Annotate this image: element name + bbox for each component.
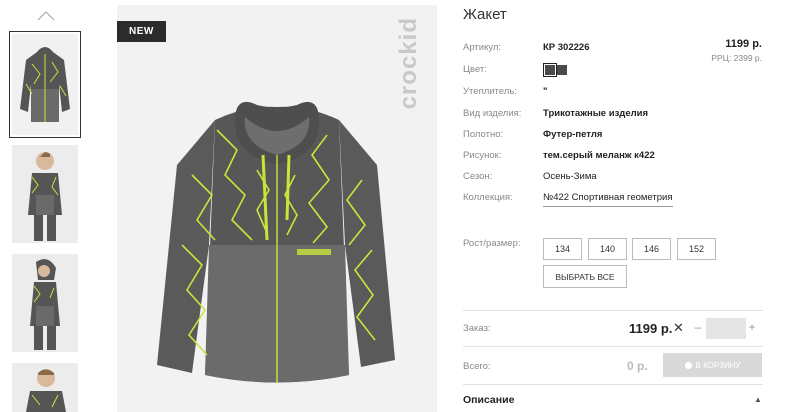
divider-description (463, 384, 763, 385)
fabric-value: Футер-петля (543, 129, 603, 140)
color-label: Цвет: (463, 64, 487, 75)
size-button-140[interactable]: 140 (588, 238, 627, 260)
season-value: Осень-Зима (543, 171, 597, 182)
collection-value[interactable]: №422 Спортивная геометрия (543, 192, 673, 207)
collection-label: Коллекция: (463, 192, 513, 203)
season-label: Сезон: (463, 171, 493, 182)
order-label: Заказ: (463, 323, 491, 334)
add-to-cart-button[interactable]: В КОРЗИНУ (663, 353, 762, 377)
insulation-label: Утеплитель: (463, 86, 517, 97)
quantity-decrease-button[interactable]: – (693, 320, 703, 334)
size-button-152[interactable]: 152 (677, 238, 716, 260)
thumbnail-jacket-front[interactable] (9, 31, 81, 138)
collapse-arrow-icon[interactable]: ▲ (754, 395, 762, 404)
size-button-146[interactable]: 146 (632, 238, 671, 260)
size-button-134[interactable]: 134 (543, 238, 582, 260)
brand-logo: crockid (395, 17, 422, 110)
pattern-label: Рисунок: (463, 150, 502, 161)
quantity-increase-button[interactable]: + (747, 320, 757, 334)
insulation-value: " (543, 86, 548, 97)
divider-order (463, 310, 763, 311)
description-title[interactable]: Описание (463, 394, 514, 406)
pattern-value: тем.серый меланж к422 (543, 150, 655, 161)
jacket-illustration (117, 5, 437, 412)
article-value: КР 302226 (543, 42, 590, 53)
article-label: Артикул: (463, 42, 502, 53)
add-to-cart-label: В КОРЗИНУ (695, 360, 741, 370)
close-icon[interactable]: ✕ (673, 320, 684, 336)
total-label: Всего: (463, 361, 491, 372)
main-product-image[interactable]: NEW crockid (117, 5, 437, 412)
thumbnail-model-hood[interactable] (12, 363, 78, 412)
divider-total (463, 346, 763, 347)
color-swatch-dark-gray-2[interactable] (557, 65, 567, 75)
cart-icon (684, 361, 692, 369)
thumbnail-model-side[interactable] (12, 254, 78, 352)
thumbnails-up-arrow-icon[interactable] (37, 10, 55, 22)
size-label: Рост/размер: (463, 238, 521, 249)
price-current: 1199 р. (725, 38, 762, 50)
thumbnail-model-front[interactable] (12, 145, 78, 243)
quantity-input[interactable] (706, 318, 746, 339)
product-type-label: Вид изделия: (463, 108, 522, 119)
new-badge: NEW (117, 21, 166, 42)
price-rrp: РРЦ: 2399 р. (711, 53, 762, 63)
product-type-value: Трикотажные изделия (543, 108, 649, 119)
color-swatch-dark-gray[interactable] (543, 63, 557, 77)
product-title: Жакет (463, 6, 507, 23)
fabric-label: Полотно: (463, 129, 504, 140)
select-all-sizes-button[interactable]: ВЫБРАТЬ ВСЕ (543, 265, 627, 288)
total-value: 0 р. (627, 359, 648, 373)
order-price: 1199 р. (629, 321, 673, 336)
